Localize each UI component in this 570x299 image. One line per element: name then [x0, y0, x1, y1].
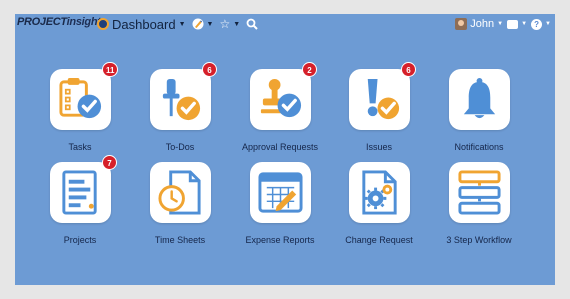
- tile-icon-box: [150, 69, 211, 130]
- projects-document-icon: [62, 170, 97, 215]
- chat-icon: [507, 19, 519, 29]
- exclamation-check-icon: [367, 78, 400, 120]
- tile-icon-box: [250, 69, 311, 130]
- main-nav: Dashboard ▼ ▼ ☆ ▼: [97, 14, 258, 34]
- count-badge: 7: [102, 155, 117, 170]
- tile-icon-box: [349, 69, 410, 130]
- chevron-down-icon: ▼: [206, 20, 214, 28]
- tile-label: 3 Step Workflow: [446, 235, 512, 245]
- count-badge: 6: [401, 62, 416, 77]
- chevron-down-icon: ▼: [178, 20, 186, 28]
- chevron-down-icon: ▼: [233, 20, 241, 28]
- tile-icon-box: [50, 69, 111, 130]
- tile-expense-reports[interactable]: Expense Reports: [230, 162, 330, 252]
- tile-projects[interactable]: 7 Projects: [30, 155, 130, 252]
- user-menu[interactable]: John ▼: [455, 18, 503, 30]
- brand-logo-part1: PROJECT: [17, 16, 67, 28]
- tile-todos[interactable]: 6 To-Dos: [130, 62, 230, 159]
- avatar: [455, 18, 468, 30]
- brand-logo-part2: insight: [66, 16, 101, 28]
- pen-icon: [192, 18, 204, 30]
- tile-icon-box: [250, 162, 311, 223]
- tile-icon-box: [50, 162, 111, 223]
- chevron-down-icon: ▼: [521, 21, 528, 27]
- bell-icon: [463, 77, 496, 119]
- tile-label: Notifications: [454, 142, 504, 152]
- search-button[interactable]: [246, 18, 258, 30]
- help-menu[interactable]: ? ▼: [531, 18, 551, 30]
- count-badge: 2: [302, 62, 317, 77]
- document-gear-icon: [362, 170, 397, 215]
- expense-form-icon: [258, 172, 303, 213]
- clipboard-check-icon: [59, 77, 102, 119]
- user-name: John: [470, 18, 495, 30]
- tile-time-sheets[interactable]: Time Sheets: [130, 162, 230, 252]
- tile-issues[interactable]: 6 Issues: [329, 62, 429, 159]
- tile-tasks[interactable]: 11 Tasks: [30, 62, 130, 159]
- tile-3-step-workflow[interactable]: 3 Step Workflow: [429, 162, 529, 252]
- tile-icon-box: [449, 162, 510, 223]
- favorites-menu[interactable]: ☆ ▼: [219, 18, 240, 30]
- tile-notifications[interactable]: Notifications: [429, 69, 529, 159]
- workflow-steps-icon: [458, 170, 501, 215]
- tile-icon-box: [349, 162, 410, 223]
- top-nav-bar: PROJECTinsight Dashboard ▼ ▼ ☆ ▼ John ▼ …: [15, 14, 555, 34]
- count-badge: 11: [102, 62, 119, 77]
- quick-add-menu[interactable]: ▼: [192, 18, 214, 30]
- dashboard-label: Dashboard: [112, 16, 176, 32]
- user-nav: John ▼ ▼ ? ▼: [455, 14, 551, 34]
- stamp-check-icon: [260, 78, 302, 118]
- dashboard-icon: [97, 18, 109, 30]
- tile-change-request[interactable]: Change Request: [329, 162, 429, 252]
- pushpin-check-icon: [162, 78, 201, 121]
- app-window: PROJECTinsight Dashboard ▼ ▼ ☆ ▼ John ▼ …: [15, 14, 555, 285]
- tile-approval-requests[interactable]: 2 Approval Requests: [230, 62, 330, 159]
- chevron-down-icon: ▼: [545, 21, 551, 27]
- help-icon: ?: [531, 18, 543, 30]
- dashboard-menu[interactable]: Dashboard ▼: [97, 17, 186, 32]
- messages-menu[interactable]: ▼: [507, 19, 528, 29]
- tile-icon-box: [449, 69, 510, 130]
- count-badge: 6: [202, 62, 217, 77]
- chevron-down-icon: ▼: [497, 21, 504, 27]
- brand-logo[interactable]: PROJECTinsight: [17, 16, 101, 28]
- tile-icon-box: [150, 162, 211, 223]
- timesheet-clock-icon: [158, 170, 201, 215]
- search-icon: [246, 18, 258, 30]
- star-icon: ☆: [219, 17, 231, 31]
